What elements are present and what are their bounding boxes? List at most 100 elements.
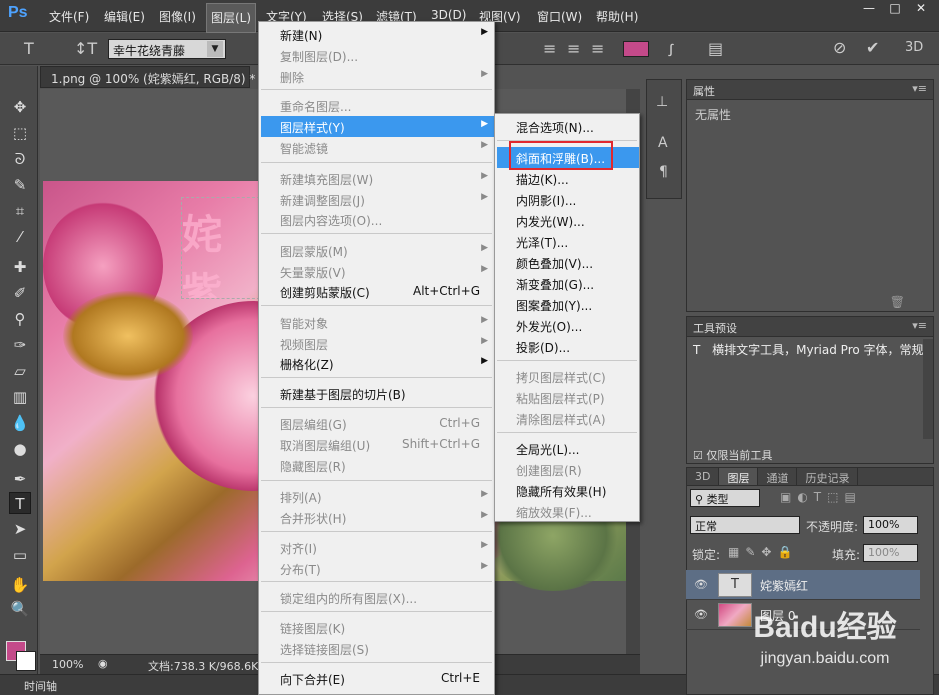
timeline-label[interactable]: 时间轴 xyxy=(24,678,57,694)
brush-tool-icon[interactable]: ✐ xyxy=(9,282,31,304)
layer-menu-item[interactable]: 合并形状(H) ▶ xyxy=(261,507,494,528)
layer-menu-item[interactable]: 矢量蒙版(V) ▶ xyxy=(261,261,494,282)
menu-layer[interactable]: 图层(L) xyxy=(206,3,257,33)
tool-presets-title[interactable]: 工具预设 xyxy=(693,322,737,335)
eye-icon[interactable]: 👁 xyxy=(694,608,708,622)
zoom-tool-icon[interactable]: 🔍 xyxy=(9,598,31,620)
character-icon[interactable]: A xyxy=(658,135,668,151)
layer-menu-item[interactable]: 智能滤镜 ▶ xyxy=(261,137,494,158)
tab-layers[interactable]: 图层 xyxy=(719,468,759,485)
lasso-tool-icon[interactable]: ᘐ xyxy=(9,148,31,170)
dodge-tool-icon[interactable]: ● xyxy=(9,438,31,460)
commit-icon[interactable]: ✔ xyxy=(866,38,879,57)
align-right-icon[interactable]: ≡ xyxy=(591,39,604,58)
path-select-tool-icon[interactable]: ➤ xyxy=(9,518,31,540)
opacity-field[interactable]: 100% xyxy=(863,516,918,534)
style-menu-item[interactable]: 内阴影(I)... xyxy=(497,189,639,210)
style-menu-item[interactable]: 清除图层样式(A) xyxy=(497,408,639,429)
menu-help[interactable]: 帮助(H) xyxy=(596,8,638,25)
align-center-icon[interactable]: ≡ xyxy=(567,39,580,58)
warp-text-icon[interactable]: ꭍ xyxy=(668,39,674,61)
layer-menu-item[interactable]: 图层内容选项(O)... xyxy=(261,209,494,230)
panel-menu-icon[interactable]: ▾≡ xyxy=(912,82,927,95)
layer-menu-item[interactable]: 新建(N) ▶ xyxy=(261,24,494,45)
rectangle-tool-icon[interactable]: ▭ xyxy=(9,544,31,566)
history-brush-tool-icon[interactable]: ✑ xyxy=(9,334,31,356)
layer-menu-item[interactable]: 图层编组(G) Ctrl+G xyxy=(261,413,494,434)
type-tool-icon[interactable]: T xyxy=(9,492,31,514)
maximize-button[interactable]: □ xyxy=(882,1,908,19)
layer-menu-item[interactable]: 图层蒙版(M) ▶ xyxy=(261,240,494,261)
menu-window[interactable]: 窗口(W) xyxy=(537,8,582,25)
marquee-tool-icon[interactable]: ⬚ xyxy=(9,122,31,144)
style-menu-item[interactable]: 全局光(L)... xyxy=(497,438,639,459)
layer-menu-item[interactable]: 创建剪贴蒙版(C) Alt+Ctrl+G xyxy=(261,281,494,302)
menu-3d[interactable]: 3D(D) xyxy=(431,8,466,22)
layer-menu-item[interactable]: 链接图层(K) xyxy=(261,617,494,638)
status-menu-icon[interactable]: ◉ xyxy=(98,657,108,670)
lock-icons[interactable]: ▦✎✥🔒 xyxy=(728,545,798,559)
layer-menu-item[interactable]: 新建调整图层(J) ▶ xyxy=(261,189,494,210)
font-family-select[interactable]: 幸牛花绕青藤 ▼ xyxy=(108,39,226,59)
clone-stamp-tool-icon[interactable]: ⚲ xyxy=(9,308,31,330)
zoom-level[interactable]: 100% xyxy=(52,658,83,671)
close-button[interactable]: ✕ xyxy=(908,1,934,19)
gradient-tool-icon[interactable]: ▥ xyxy=(9,386,31,408)
layer-menu-item[interactable]: 选择链接图层(S) xyxy=(261,638,494,659)
text-color-swatch[interactable] xyxy=(623,41,649,57)
type-tool-icon[interactable]: T xyxy=(24,39,34,58)
checkbox-icon[interactable]: ☑ xyxy=(693,449,703,462)
eyedropper-tool-icon[interactable]: ⁄ xyxy=(9,226,31,248)
layer-menu-item[interactable]: 分布(T) ▶ xyxy=(261,558,494,579)
layer-menu-item[interactable]: 新建基于图层的切片(B) xyxy=(261,383,494,404)
style-menu-item[interactable]: 图案叠加(Y)... xyxy=(497,294,639,315)
layer-menu-item[interactable]: 新建填充图层(W) ▶ xyxy=(261,168,494,189)
layer-row[interactable]: 👁 T 姹紫嫣红 xyxy=(686,570,920,600)
healing-brush-tool-icon[interactable]: ✚ xyxy=(9,256,31,278)
style-menu-item[interactable]: 混合选项(N)... xyxy=(497,116,639,137)
preset-row[interactable]: T 横排文字工具，Myriad Pro 字体，常规 xyxy=(687,337,933,363)
layer-menu-item[interactable]: 重命名图层... xyxy=(261,95,494,116)
preset-scrollbar[interactable] xyxy=(923,339,933,439)
style-menu-item[interactable]: 颜色叠加(V)... xyxy=(497,252,639,273)
layer-menu-item[interactable]: 取消图层编组(U) Shift+Ctrl+G xyxy=(261,434,494,455)
tab-history[interactable]: 历史记录 xyxy=(797,468,859,485)
move-tool-icon[interactable]: ✥ xyxy=(9,96,31,118)
style-menu-item[interactable]: 隐藏所有效果(H) xyxy=(497,480,639,501)
pen-tool-icon[interactable]: ✒ xyxy=(9,468,31,490)
paragraph-icon[interactable]: ¶ xyxy=(659,164,668,180)
document-tab[interactable]: 1.png @ 100% (姹紫嫣红, RGB/8) * xyxy=(40,66,255,88)
style-menu-item[interactable]: 渐变叠加(G)... xyxy=(497,273,639,294)
menu-file[interactable]: 文件(F) xyxy=(49,8,89,25)
style-menu-item[interactable]: 粘贴图层样式(P) xyxy=(497,387,639,408)
style-menu-item[interactable]: 光泽(T)... xyxy=(497,231,639,252)
style-menu-item[interactable]: 内发光(W)... xyxy=(497,210,639,231)
layer-menu-item[interactable]: 智能对象 ▶ xyxy=(261,312,494,333)
menu-edit[interactable]: 编辑(E) xyxy=(104,8,145,25)
layer-menu-item[interactable]: 锁定组内的所有图层(X)... xyxy=(261,587,494,608)
layer-menu-item[interactable]: 删除 ▶ xyxy=(261,66,494,87)
character-panel-icon[interactable]: ▤ xyxy=(708,39,723,58)
eraser-tool-icon[interactable]: ▱ xyxy=(9,360,31,382)
eye-icon[interactable]: 👁 xyxy=(694,578,708,592)
hand-tool-icon[interactable]: ✋ xyxy=(9,574,31,596)
layer-filter-icons[interactable]: ▣◐T⬚▤ xyxy=(780,490,862,504)
style-menu-item[interactable]: 投影(D)... xyxy=(497,336,639,357)
tab-channels[interactable]: 通道 xyxy=(758,468,798,485)
3d-icon[interactable]: 3D xyxy=(905,40,923,55)
layer-menu-item[interactable]: 对齐(I) ▶ xyxy=(261,537,494,558)
layer-menu-item[interactable]: 排列(A) ▶ xyxy=(261,486,494,507)
current-tool-only-row[interactable]: ☑ 仅限当前工具 xyxy=(693,447,772,463)
quick-select-tool-icon[interactable]: ✎ xyxy=(9,174,31,196)
panel-menu-icon[interactable]: ▾≡ xyxy=(912,319,927,332)
crop-tool-icon[interactable]: ⌗ xyxy=(9,200,31,222)
text-layer-bounding-box[interactable]: 姹紫 xyxy=(181,197,260,299)
layer-filter-select[interactable]: ⚲ 类型 xyxy=(690,489,760,507)
style-menu-item[interactable]: 拷贝图层样式(C) xyxy=(497,366,639,387)
blend-mode-select[interactable]: 正常 xyxy=(690,516,800,534)
layer-menu-item[interactable]: 向下合并(E) Ctrl+E xyxy=(261,668,494,689)
style-menu-item[interactable]: 缩放效果(F)... xyxy=(497,501,639,522)
style-menu-item[interactable]: 创建图层(R) xyxy=(497,459,639,480)
layer-menu-item[interactable]: 复制图层(D)... xyxy=(261,45,494,66)
cancel-icon[interactable]: ⊘ xyxy=(833,38,846,57)
